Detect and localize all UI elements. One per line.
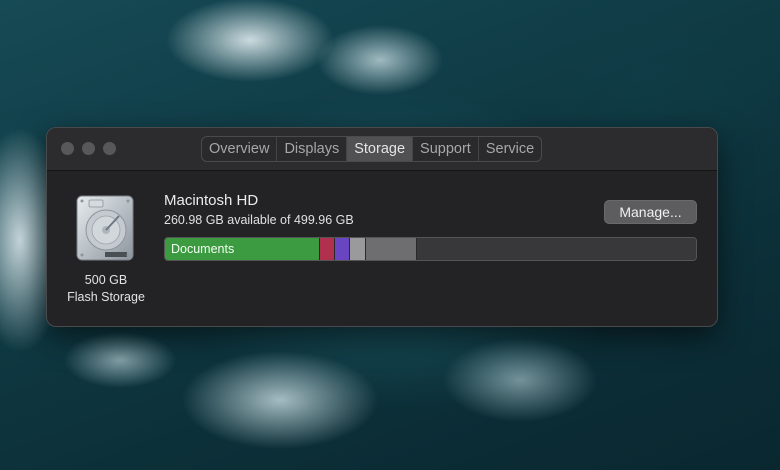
storage-segment-red[interactable] <box>320 238 336 260</box>
tab-support[interactable]: Support <box>413 137 479 161</box>
hard-drive-icon <box>76 195 134 261</box>
storage-segment-light-gray[interactable] <box>349 238 366 260</box>
zoom-button[interactable] <box>103 142 116 155</box>
tab-service[interactable]: Service <box>479 137 541 161</box>
manage-button[interactable]: Manage... <box>604 200 697 224</box>
storage-usage-bar: Documents <box>164 237 697 261</box>
tab-overview[interactable]: Overview <box>202 137 278 161</box>
tab-storage[interactable]: Storage <box>347 137 414 161</box>
disk-name: Macintosh HD <box>164 192 259 209</box>
storage-segment-gray[interactable] <box>365 238 418 260</box>
title-bar: Overview Displays Storage Support Servic… <box>47 128 717 171</box>
disk-caption: 500 GB Flash Storage <box>47 272 165 306</box>
storage-segment-free <box>417 238 696 260</box>
minimize-button[interactable] <box>82 142 95 155</box>
tab-displays[interactable]: Displays <box>277 137 348 161</box>
close-button[interactable] <box>61 142 74 155</box>
storage-segment-purple[interactable] <box>335 238 350 260</box>
tab-bar: Overview Displays Storage Support Servic… <box>201 136 543 162</box>
storage-segment-documents[interactable]: Documents <box>165 238 321 260</box>
disk-available-text: 260.98 GB available of 499.96 GB <box>164 213 354 227</box>
disk-capacity: 500 GB <box>84 273 128 287</box>
disk-type: Flash Storage <box>67 290 145 304</box>
about-this-mac-window: Overview Displays Storage Support Servic… <box>46 127 718 327</box>
